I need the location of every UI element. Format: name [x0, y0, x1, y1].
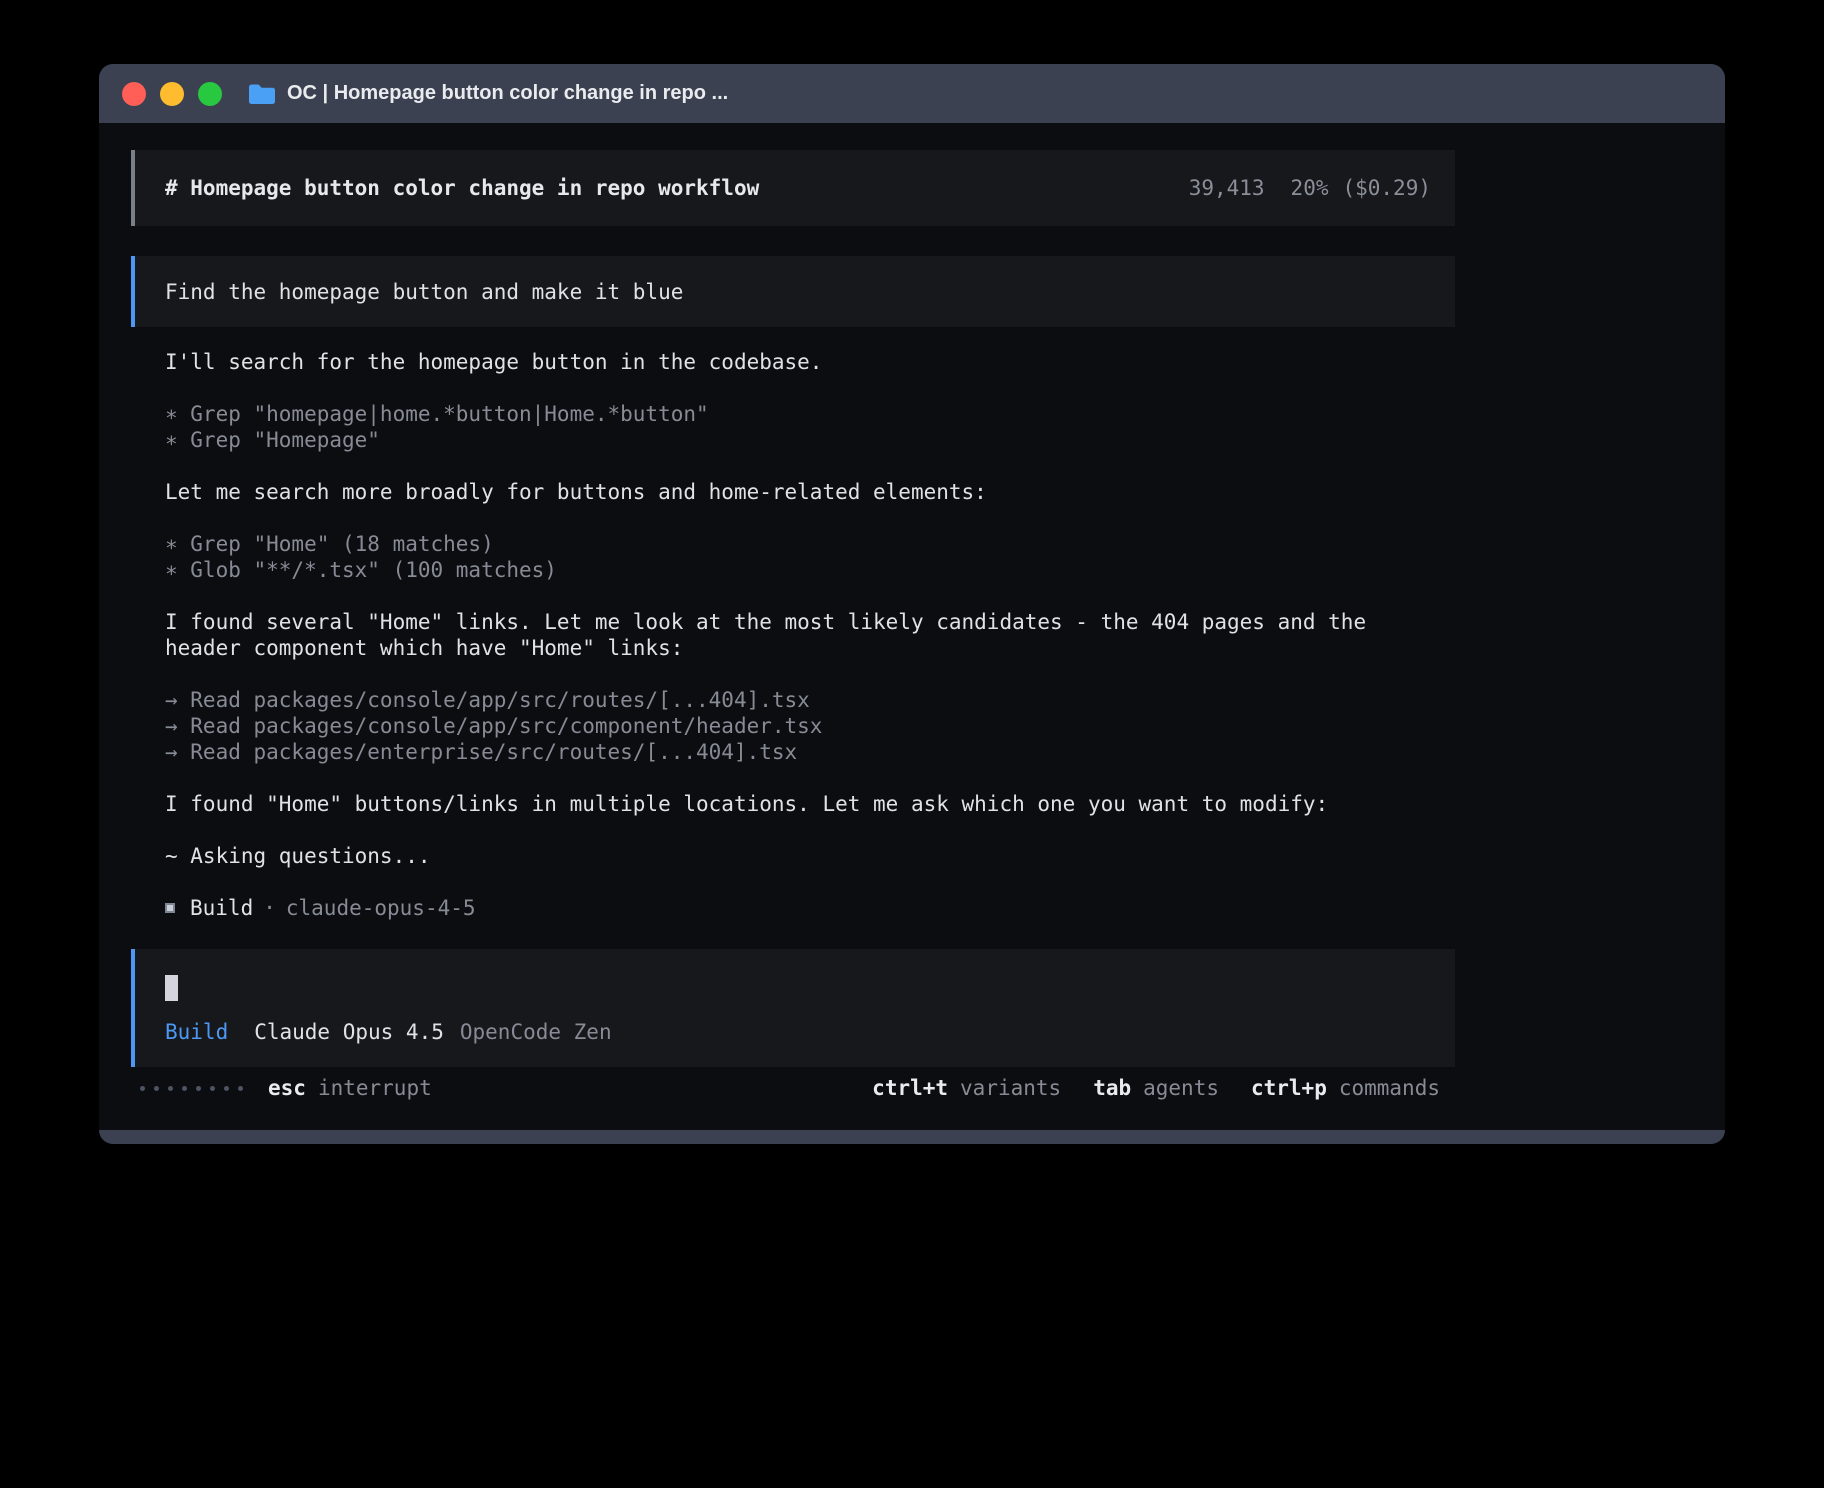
shortcut-agents: tab agents	[1093, 1076, 1219, 1100]
assistant-status-text: ~ Asking questions...	[165, 843, 1431, 869]
tool-call-read: → Read packages/enterprise/src/routes/[.…	[165, 739, 1431, 765]
status-left: esc interrupt	[140, 1076, 432, 1100]
tool-call-grep: ∗ Grep "Homepage"	[165, 427, 1431, 453]
ctrl-p-key-hint: ctrl+p	[1251, 1076, 1327, 1100]
prompt-mode: Build	[165, 1020, 228, 1044]
build-square-icon	[165, 903, 175, 913]
esc-key-hint: esc	[268, 1076, 306, 1100]
content-column: # Homepage button color change in repo w…	[131, 150, 1455, 1101]
user-message-text: Find the homepage button and make it blu…	[165, 280, 683, 304]
prompt-provider: OpenCode Zen	[460, 1020, 612, 1044]
tab-key-hint: tab	[1093, 1076, 1131, 1100]
shortcut-commands: ctrl+p commands	[1251, 1076, 1440, 1100]
tool-call-read: → Read packages/console/app/src/routes/[…	[165, 687, 1431, 713]
session-header: # Homepage button color change in repo w…	[131, 150, 1455, 226]
agent-status-row: Build · claude-opus-4-5	[165, 895, 1431, 921]
window-title: OC | Homepage button color change in rep…	[287, 82, 728, 105]
close-button[interactable]	[122, 82, 146, 106]
variants-label: variants	[960, 1076, 1061, 1100]
agent-name: Build	[190, 895, 253, 921]
dot-spinner	[140, 1086, 243, 1091]
minimize-button[interactable]	[160, 82, 184, 106]
conversation-transcript: I'll search for the homepage button in t…	[131, 349, 1455, 921]
blank-line	[165, 817, 1431, 843]
user-message: Find the homepage button and make it blu…	[131, 256, 1455, 327]
assistant-text: I found several "Home" links. Let me loo…	[165, 609, 1431, 661]
blank-line	[165, 661, 1431, 687]
window-titlebar[interactable]: OC | Homepage button color change in rep…	[99, 64, 1725, 123]
assistant-text: I'll search for the homepage button in t…	[165, 349, 1431, 375]
agent-model: claude-opus-4-5	[286, 895, 476, 921]
session-title: # Homepage button color change in repo w…	[165, 176, 759, 200]
text-cursor	[165, 975, 178, 1001]
tool-call-read: → Read packages/console/app/src/componen…	[165, 713, 1431, 739]
zoom-button[interactable]	[198, 82, 222, 106]
agent-separator: ·	[263, 895, 276, 921]
blank-line	[165, 505, 1431, 531]
tool-call-grep: ∗ Grep "Home" (18 matches)	[165, 531, 1431, 557]
prompt-input[interactable]: Build Claude Opus 4.5 OpenCode Zen	[131, 949, 1455, 1067]
token-count: 39,413	[1189, 176, 1265, 200]
assistant-text: Let me search more broadly for buttons a…	[165, 479, 1431, 505]
folder-icon	[248, 83, 275, 104]
blank-line	[165, 453, 1431, 479]
tool-call-glob: ∗ Glob "**/*.tsx" (100 matches)	[165, 557, 1431, 583]
terminal-body: # Homepage button color change in repo w…	[99, 123, 1725, 1130]
blank-line	[165, 583, 1431, 609]
ctrl-t-key-hint: ctrl+t	[872, 1076, 948, 1100]
window-bottom-chrome	[99, 1130, 1725, 1144]
status-right: ctrl+t variants tab agents ctrl+p comman…	[872, 1076, 1440, 1100]
tool-call-grep: ∗ Grep "homepage|home.*button|Home.*butt…	[165, 401, 1431, 427]
status-bar: esc interrupt ctrl+t variants tab agents…	[131, 1075, 1455, 1101]
session-cost: ($0.29)	[1342, 176, 1431, 200]
agents-label: agents	[1143, 1076, 1219, 1100]
prompt-model: Claude Opus 4.5	[254, 1020, 444, 1044]
prompt-meta: Build Claude Opus 4.5 OpenCode Zen	[165, 1019, 1431, 1045]
shortcut-variants: ctrl+t variants	[872, 1076, 1061, 1100]
terminal-window: OC | Homepage button color change in rep…	[99, 64, 1725, 1144]
context-percent: 20%	[1291, 176, 1329, 200]
blank-line	[165, 765, 1431, 791]
blank-line	[165, 375, 1431, 401]
session-stats: 39,413 20% ($0.29)	[1189, 176, 1431, 200]
esc-key-label: interrupt	[318, 1076, 432, 1100]
commands-label: commands	[1339, 1076, 1440, 1100]
assistant-text: I found "Home" buttons/links in multiple…	[165, 791, 1431, 817]
window-title-group: OC | Homepage button color change in rep…	[248, 82, 728, 105]
traffic-lights	[122, 82, 222, 106]
blank-line	[165, 869, 1431, 895]
